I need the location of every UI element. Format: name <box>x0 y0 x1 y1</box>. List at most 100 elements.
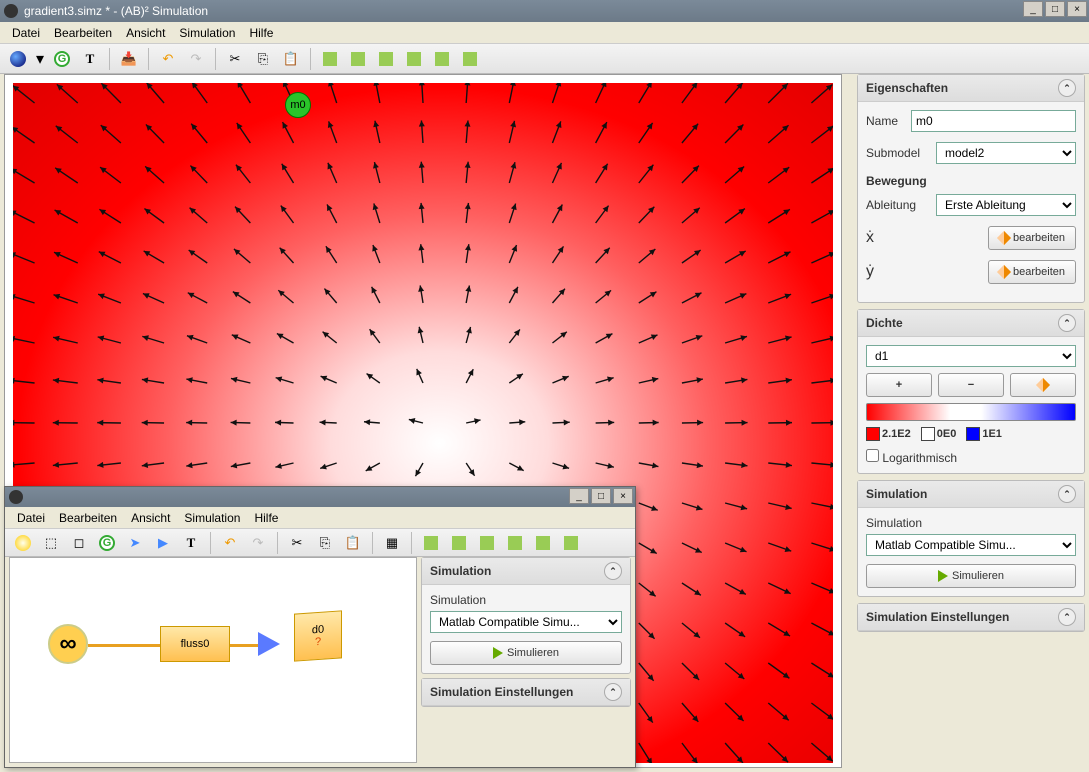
derivative-label: Ableitung <box>866 198 930 212</box>
xdot-edit-button[interactable]: bearbeiten <box>988 226 1076 250</box>
sub-simulation-label: Simulation <box>430 593 622 607</box>
sub-tool-cylinder[interactable]: ⬚ <box>39 531 63 555</box>
undo-button[interactable]: ↶ <box>156 47 180 71</box>
properties-panel: Eigenschaften ⌃ Name Submodel model2 Bew… <box>857 74 1085 303</box>
main-toolbar: ▾ G T 📥 ↶ ↷ ✂ ⎘ 📋 <box>0 44 1089 74</box>
sub-paste[interactable]: 📋 <box>341 531 365 555</box>
sub-simulation-engine-select[interactable]: Matlab Compatible Simu... <box>430 611 622 633</box>
density-remove-button[interactable]: − <box>938 373 1004 397</box>
properties-collapse[interactable]: ⌃ <box>1058 79 1076 97</box>
sub-tool-arrow[interactable]: ➤ <box>123 531 147 555</box>
align-3[interactable] <box>374 47 398 71</box>
align-2[interactable] <box>346 47 370 71</box>
align-4[interactable] <box>402 47 426 71</box>
tool-dropdown[interactable]: ▾ <box>34 47 46 71</box>
align-6[interactable] <box>458 47 482 71</box>
sub-undo[interactable]: ↶ <box>218 531 242 555</box>
flow-source[interactable]: ∞ <box>48 624 88 664</box>
density-select[interactable]: d1 <box>866 345 1076 367</box>
sub-tool-global[interactable]: G <box>95 531 119 555</box>
sub-window[interactable]: _ □ × Datei Bearbeiten Ansicht Simulatio… <box>4 486 636 768</box>
sub-tool-text[interactable]: T <box>179 531 203 555</box>
sub-maximize-button[interactable]: □ <box>591 488 611 504</box>
align-5[interactable] <box>430 47 454 71</box>
close-button[interactable]: × <box>1067 1 1087 17</box>
ydot-label: ẏ <box>866 263 930 281</box>
tool-circle-blue[interactable] <box>6 47 30 71</box>
sub-canvas[interactable]: ∞ fluss0 d0 ? <box>9 557 417 763</box>
sub-align-2[interactable] <box>447 531 471 555</box>
sub-simulate-button[interactable]: Simulieren <box>430 641 622 665</box>
copy-button[interactable]: ⎘ <box>251 47 275 71</box>
sub-titlebar[interactable]: _ □ × <box>5 487 635 507</box>
play-icon <box>493 647 503 659</box>
sub-simulation-settings-collapse[interactable]: ⌃ <box>604 683 622 701</box>
play-icon <box>938 570 948 582</box>
sub-simulation-settings-title: Simulation Einstellungen <box>430 685 573 699</box>
density-edit-button[interactable] <box>1010 373 1076 397</box>
menu-simulation[interactable]: Simulation <box>173 24 241 42</box>
align-1[interactable] <box>318 47 342 71</box>
node-m0[interactable]: m0 <box>285 92 311 118</box>
sub-cut[interactable]: ✂ <box>285 531 309 555</box>
legend-red: 2.1E2 <box>882 428 911 440</box>
sub-minimize-button[interactable]: _ <box>569 488 589 504</box>
save-button[interactable]: 📥 <box>117 47 141 71</box>
sub-menu-datei[interactable]: Datei <box>11 509 51 527</box>
sub-align-4[interactable] <box>503 531 527 555</box>
log-checkbox[interactable] <box>866 449 879 462</box>
sub-tool-cube[interactable]: ◻ <box>67 531 91 555</box>
ydot-edit-button[interactable]: bearbeiten <box>988 260 1076 284</box>
menu-hilfe[interactable]: Hilfe <box>243 24 279 42</box>
sub-menubar: Datei Bearbeiten Ansicht Simulation Hilf… <box>5 507 635 529</box>
flow-sink[interactable]: d0 ? <box>294 610 342 661</box>
simulation-engine-select[interactable]: Matlab Compatible Simu... <box>866 534 1076 556</box>
flow-box[interactable]: fluss0 <box>160 626 230 662</box>
legend-blue: 1E1 <box>982 428 1002 440</box>
sub-tool-play[interactable]: ▶ <box>151 531 175 555</box>
simulation-settings-collapse[interactable]: ⌃ <box>1058 608 1076 626</box>
name-input[interactable] <box>911 110 1076 132</box>
sub-grid[interactable]: ▦ <box>380 531 404 555</box>
sub-align-1[interactable] <box>419 531 443 555</box>
xdot-label: ẋ <box>866 229 930 247</box>
window-title: gradient3.simz * - (AB)² Simulation <box>24 4 208 18</box>
density-collapse[interactable]: ⌃ <box>1058 314 1076 332</box>
sub-menu-ansicht[interactable]: Ansicht <box>125 509 176 527</box>
density-add-button[interactable]: + <box>866 373 932 397</box>
simulate-button[interactable]: Simulieren <box>866 564 1076 588</box>
app-icon <box>9 490 23 504</box>
paste-button[interactable]: 📋 <box>279 47 303 71</box>
sub-tool-circle[interactable] <box>11 531 35 555</box>
submodel-select[interactable]: model2 <box>936 142 1076 164</box>
sub-menu-simulation[interactable]: Simulation <box>178 509 246 527</box>
sub-close-button[interactable]: × <box>613 488 633 504</box>
simulation-settings-panel: Simulation Einstellungen ⌃ <box>857 603 1085 632</box>
maximize-button[interactable]: □ <box>1045 1 1065 17</box>
sub-align-6[interactable] <box>559 531 583 555</box>
simulation-label: Simulation <box>866 516 1076 530</box>
tool-text[interactable]: T <box>78 47 102 71</box>
sub-redo[interactable]: ↷ <box>246 531 270 555</box>
simulation-panel: Simulation ⌃ Simulation Matlab Compatibl… <box>857 480 1085 597</box>
simulation-collapse[interactable]: ⌃ <box>1058 485 1076 503</box>
pencil-icon <box>997 231 1011 245</box>
derivative-select[interactable]: Erste Ableitung <box>936 194 1076 216</box>
sub-menu-hilfe[interactable]: Hilfe <box>248 509 284 527</box>
tool-global[interactable]: G <box>50 47 74 71</box>
sub-simulation-title: Simulation <box>430 564 491 578</box>
sub-copy[interactable]: ⎘ <box>313 531 337 555</box>
menu-ansicht[interactable]: Ansicht <box>120 24 171 42</box>
sub-menu-bearbeiten[interactable]: Bearbeiten <box>53 509 123 527</box>
submodel-label: Submodel <box>866 146 930 160</box>
redo-button[interactable]: ↷ <box>184 47 208 71</box>
sub-align-3[interactable] <box>475 531 499 555</box>
menu-bearbeiten[interactable]: Bearbeiten <box>48 24 118 42</box>
cut-button[interactable]: ✂ <box>223 47 247 71</box>
sub-simulation-collapse[interactable]: ⌃ <box>604 562 622 580</box>
sub-align-5[interactable] <box>531 531 555 555</box>
flow-arrow-icon[interactable] <box>258 632 280 656</box>
properties-title: Eigenschaften <box>866 81 948 95</box>
minimize-button[interactable]: _ <box>1023 1 1043 17</box>
menu-datei[interactable]: Datei <box>6 24 46 42</box>
